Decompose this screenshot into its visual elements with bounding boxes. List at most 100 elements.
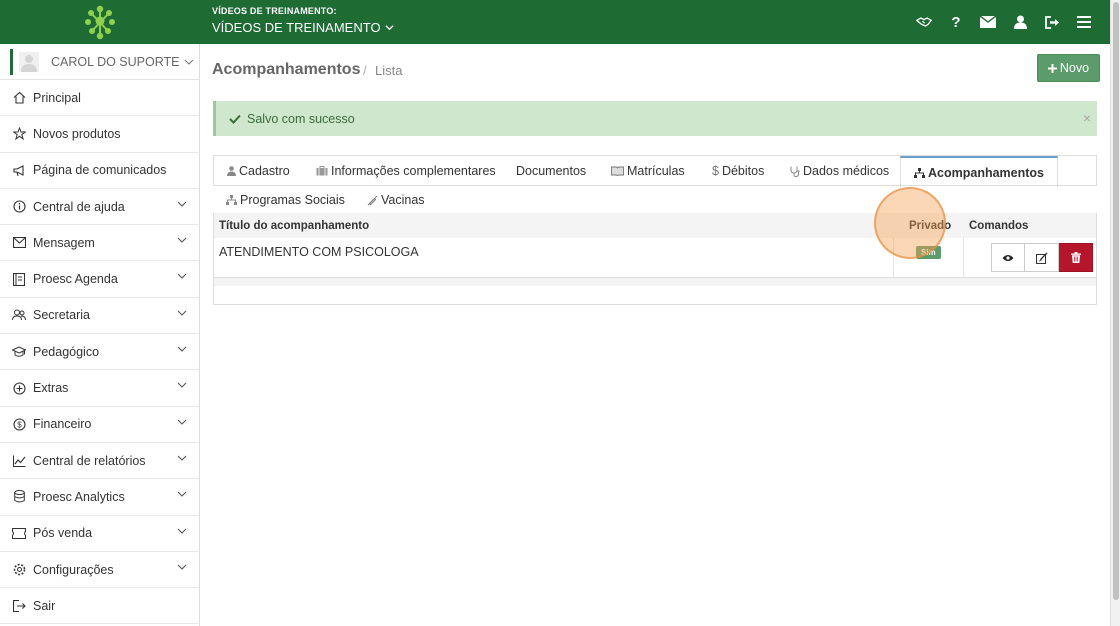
- envelope-icon[interactable]: [980, 14, 996, 30]
- close-icon[interactable]: ×: [1083, 110, 1091, 126]
- logo-icon: [85, 5, 115, 40]
- tab-bar-row-2: Programas Sociais Vacinas: [213, 185, 1097, 213]
- column-divider: [963, 238, 964, 278]
- chevron-down-icon: [177, 564, 187, 570]
- tab-informacoes-complementares[interactable]: Informações complementares: [316, 156, 496, 186]
- column-header-commands: Comandos: [969, 220, 1029, 232]
- tab-bar: Cadastro Informações complementares Docu…: [213, 155, 1097, 187]
- chevron-down-icon: [177, 201, 187, 207]
- plus-icon: [1047, 63, 1057, 73]
- handshake-icon[interactable]: [916, 14, 932, 30]
- sidebar-item-extras[interactable]: Extras: [0, 370, 199, 407]
- sidebar-item-label: Mensagem: [33, 235, 95, 250]
- tab-matriculas[interactable]: Matrículas: [611, 156, 685, 186]
- users-icon: [12, 308, 26, 322]
- database-icon: [12, 490, 26, 504]
- briefcase-icon: [316, 166, 328, 176]
- sidebar-item-central-de-relatorios[interactable]: Central de relatórios: [0, 443, 199, 480]
- tab-documentos[interactable]: Documentos: [516, 156, 586, 186]
- sidebar-item-configuracoes[interactable]: Configurações: [0, 552, 199, 589]
- breadcrumb-separator: /: [363, 63, 367, 78]
- organization-name: VÍDEOS DE TREINAMENTO: [212, 20, 381, 35]
- column-header-private[interactable]: Privado: [909, 220, 951, 232]
- table-row[interactable]: ATENDIMENTO COM PSICOLOGA Sim: [214, 238, 1096, 278]
- help-icon[interactable]: ?: [948, 14, 964, 31]
- star-icon: [12, 127, 26, 141]
- row-commands: [991, 243, 1093, 272]
- top-bar: VÍDEOS DE TREINAMENTO: VÍDEOS DE TREINAM…: [0, 0, 1110, 44]
- sidebar-item-pagina-de-comunicados[interactable]: Página de comunicados: [0, 153, 199, 189]
- sidebar-item-label: Central de ajuda: [33, 199, 125, 214]
- sidebar-item-novos-produtos[interactable]: Novos produtos: [0, 116, 199, 153]
- tab-label: Informações complementares: [331, 164, 496, 178]
- syringe-icon: [367, 195, 378, 205]
- user-icon[interactable]: [1012, 14, 1028, 30]
- menu-icon[interactable]: [1076, 14, 1092, 30]
- book-icon: [611, 166, 624, 176]
- delete-button[interactable]: [1059, 243, 1093, 272]
- stethoscope-icon: [790, 166, 800, 177]
- tab-debitos[interactable]: $ Débitos: [712, 156, 764, 186]
- organization-label: VÍDEOS DE TREINAMENTO:: [212, 6, 337, 16]
- tab-label: Acompanhamentos: [928, 165, 1044, 180]
- column-divider: [893, 238, 894, 278]
- sidebar-item-label: Sair: [33, 598, 56, 613]
- breadcrumb: Lista: [375, 63, 403, 78]
- sidebar-item-label: Principal: [33, 90, 81, 105]
- tab-label: Documentos: [516, 164, 587, 178]
- tab-label: Programas Sociais: [240, 193, 345, 207]
- sidebar-item-label: Proesc Agenda: [33, 272, 118, 287]
- sidebar-item-secretaria[interactable]: Secretaria: [0, 298, 199, 335]
- tab-label: Débitos: [721, 164, 765, 178]
- tab-programas-sociais[interactable]: Programas Sociais: [226, 186, 345, 214]
- edit-button[interactable]: [1025, 243, 1059, 272]
- chevron-down-icon: [384, 25, 394, 31]
- sidebar-item-pos-venda[interactable]: Pós venda: [0, 516, 199, 552]
- followup-title: ATENDIMENTO COM PSICOLOGA: [219, 245, 419, 259]
- sitemap-icon: [226, 195, 237, 205]
- column-header-title[interactable]: Título do acompanhamento: [219, 220, 369, 232]
- svg-text:$: $: [17, 420, 22, 429]
- tab-vacinas[interactable]: Vacinas: [367, 186, 425, 214]
- dollar-icon: $: [712, 164, 719, 178]
- sidebar-item-proesc-agenda[interactable]: Proesc Agenda: [0, 261, 199, 298]
- sidebar-item-mensagem[interactable]: Mensagem: [0, 225, 199, 262]
- edit-icon: [1035, 252, 1047, 264]
- sidebar-item-financeiro[interactable]: $ Financeiro: [0, 407, 199, 443]
- view-button[interactable]: [991, 243, 1025, 272]
- user-menu[interactable]: CAROL DO SUPORTE: [0, 44, 199, 80]
- sidebar-item-label: Financeiro: [33, 417, 92, 432]
- user-indicator: [10, 48, 13, 75]
- tab-acompanhamentos[interactable]: Acompanhamentos: [900, 156, 1058, 187]
- sidebar-item-principal[interactable]: Principal: [0, 80, 199, 117]
- chevron-down-icon: [177, 310, 187, 316]
- sidebar: CAROL DO SUPORTE Principal Novos produto…: [0, 44, 200, 626]
- tab-cadastro[interactable]: Cadastro: [227, 156, 290, 186]
- sidebar-item-label: Página de comunicados: [33, 163, 167, 178]
- app-logo[interactable]: [0, 0, 200, 44]
- new-button[interactable]: Novo: [1037, 54, 1100, 82]
- graduation-icon: [12, 345, 26, 359]
- tab-dados-medicos[interactable]: Dados médicos: [790, 156, 889, 186]
- mail-icon: [12, 236, 26, 250]
- chevron-down-icon: [177, 528, 187, 534]
- organization-selector[interactable]: VÍDEOS DE TREINAMENTO: VÍDEOS DE TREINAM…: [212, 6, 394, 35]
- agenda-icon: [12, 272, 26, 286]
- user-icon: [227, 166, 236, 176]
- scrollbar-thumb[interactable]: [1113, 2, 1119, 600]
- chevron-down-icon: [177, 455, 187, 461]
- alert-message: Salvo com sucesso: [247, 111, 355, 126]
- sign-out-icon[interactable]: [1044, 14, 1060, 30]
- ticket-icon: [12, 526, 26, 540]
- sidebar-item-pedagogico[interactable]: Pedagógico: [0, 334, 199, 371]
- sidebar-item-central-de-ajuda[interactable]: Central de ajuda: [0, 189, 199, 226]
- sidebar-item-proesc-analytics[interactable]: Proesc Analytics: [0, 479, 199, 516]
- sidebar-item-sair[interactable]: Sair: [0, 588, 199, 625]
- info-icon: [12, 200, 26, 214]
- success-alert: Salvo com sucesso ×: [213, 101, 1097, 136]
- page-scrollbar[interactable]: [1110, 0, 1120, 626]
- sitemap-icon: [914, 167, 925, 178]
- followups-table: Título do acompanhamento Privado Comando…: [213, 213, 1097, 305]
- sidebar-item-label: Extras: [33, 381, 69, 396]
- new-button-label: Novo: [1059, 61, 1090, 75]
